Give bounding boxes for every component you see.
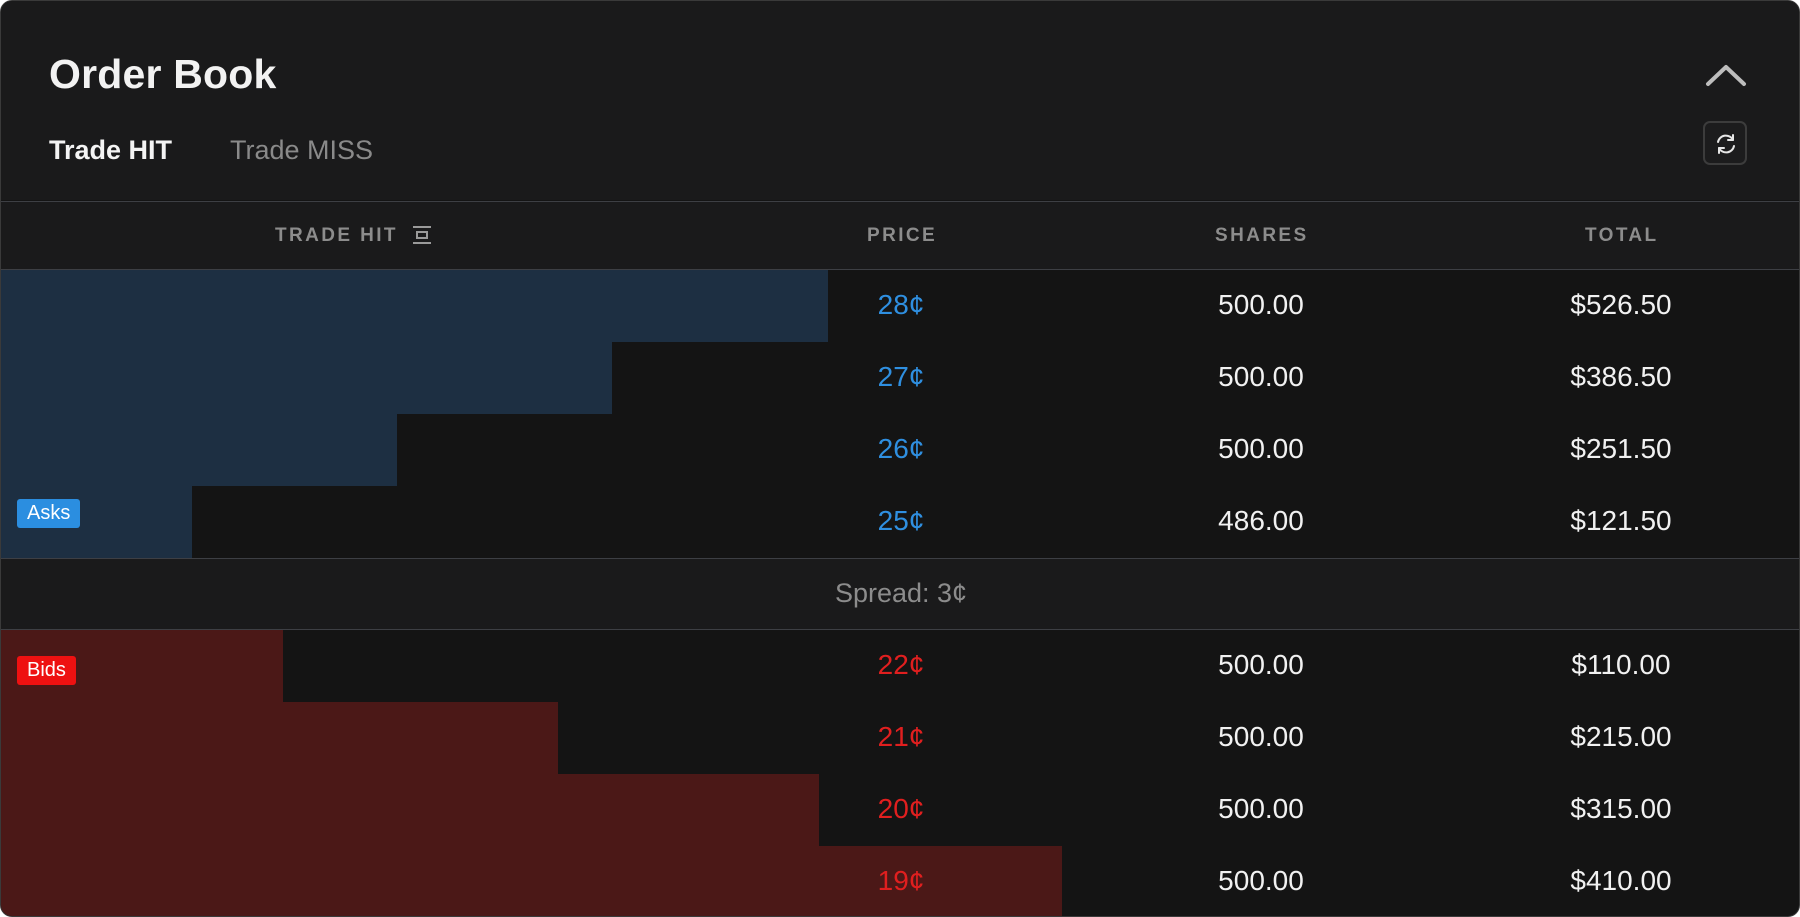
bid-row[interactable]: 19¢ 500.00 $410.00 [1,846,1799,916]
ask-shares: 500.00 [1218,289,1304,320]
bid-price: 20¢ [877,793,925,824]
bids-badge: Bids [17,656,76,685]
order-book-panel: Order Book Trade HIT Trade MISS TRADE HI… [0,0,1800,917]
bid-shares: 500.00 [1218,649,1304,680]
bid-row[interactable]: 21¢ 500.00 $215.00 [1,702,1799,774]
ask-total: $121.50 [1570,505,1672,536]
bid-price: 19¢ [877,865,925,896]
bid-shares: 500.00 [1218,793,1304,824]
ask-depth-bar [1,342,612,414]
bid-shares: 500.00 [1218,865,1304,896]
ask-shares: 500.00 [1218,433,1304,464]
ask-row[interactable]: 25¢ 486.00 $121.50 [1,486,1799,558]
bid-depth-bar [1,774,819,846]
chevron-up-icon [1706,65,1746,86]
ask-total: $526.50 [1570,289,1672,320]
refresh-icon [1717,134,1735,154]
tab-trade-hit[interactable]: Trade HIT [49,135,172,166]
ask-shares: 500.00 [1218,361,1304,392]
bid-total: $410.00 [1570,865,1672,896]
ask-row[interactable]: 26¢ 500.00 $251.50 [1,414,1799,486]
column-header-price: PRICE [867,225,938,246]
ask-price: 25¢ [877,505,925,536]
ask-row[interactable]: 28¢ 500.00 $526.50 [1,270,1799,342]
bid-total: $215.00 [1570,721,1672,752]
bid-total: $110.00 [1571,649,1671,680]
tab-trade-miss[interactable]: Trade MISS [230,135,373,166]
bid-total: $315.00 [1570,793,1672,824]
ask-row[interactable]: 27¢ 500.00 $386.50 [1,342,1799,414]
bid-shares: 500.00 [1218,721,1304,752]
collapse-button[interactable] [1701,53,1751,97]
column-header-total: TOTAL [1585,225,1659,246]
ask-price: 27¢ [877,361,925,392]
bid-price: 21¢ [877,721,925,752]
ask-depth-bar [1,414,397,486]
ask-shares: 486.00 [1218,505,1304,536]
bid-row[interactable]: 22¢ 500.00 $110.00 [1,630,1799,702]
bid-depth-bar [1,702,558,774]
ask-depth-bar [1,270,828,342]
ask-price: 28¢ [877,289,925,320]
spread-row: Spread: 3¢ [1,558,1799,630]
sort-icon[interactable] [411,225,433,245]
ask-price: 26¢ [877,433,925,464]
asks-badge: Asks [17,499,81,528]
ask-total: $251.50 [1570,433,1672,464]
page-title: Order Book [49,51,277,97]
column-header-shares: SHARES [1215,225,1309,246]
order-book-header: Order Book Trade HIT Trade MISS [1,1,1799,200]
column-header-outcome: TRADE HIT [275,225,398,246]
spread-label: Spread: 3¢ [834,578,968,608]
column-header-row: TRADE HIT PRICE SHARES TOTAL [1,201,1799,270]
refresh-button[interactable] [1703,121,1747,165]
ask-total: $386.50 [1570,361,1672,392]
bid-row[interactable]: 20¢ 500.00 $315.00 [1,774,1799,846]
bid-price: 22¢ [877,649,925,680]
